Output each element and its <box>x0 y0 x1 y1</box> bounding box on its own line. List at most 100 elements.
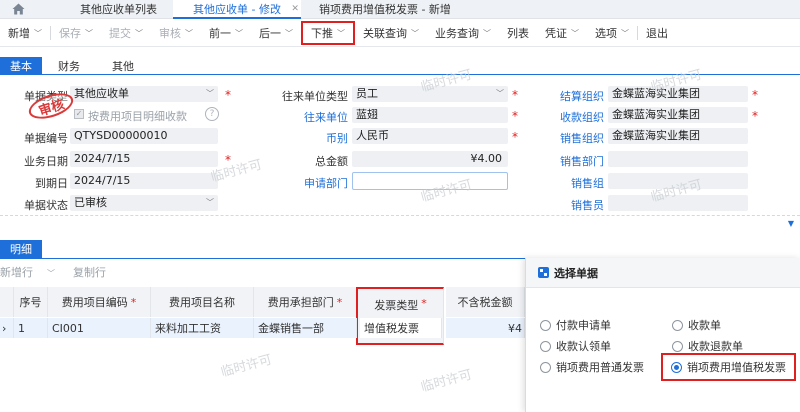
table-cell[interactable]: 来料加工工资 <box>151 318 254 338</box>
salesman-label[interactable]: 销售员 <box>550 197 604 213</box>
previous-button[interactable]: 前一 ﹀ <box>201 20 251 47</box>
settle-org-field[interactable]: 金蝶蓝海实业集团 <box>608 86 748 102</box>
tab-label: 销项费用增值税发票 - 新增 <box>318 3 451 16</box>
required-mark: * <box>225 153 231 167</box>
option-sales-vat-invoice[interactable]: 销项费用增值税发票 <box>661 353 796 381</box>
home-icon[interactable] <box>0 0 36 18</box>
submit-button[interactable]: 提交 ﹀ <box>101 20 151 47</box>
chevron-down-icon: ﹀ <box>621 28 629 38</box>
chevron-down-icon: ﹀ <box>571 28 579 38</box>
radio-button[interactable] <box>540 340 551 352</box>
sales-dept-field[interactable] <box>608 151 748 167</box>
new-button[interactable]: 新增 ﹀ <box>0 20 50 47</box>
copy-row-button[interactable]: 复制行 <box>73 266 106 279</box>
help-icon[interactable]: ? <box>205 107 219 121</box>
salesman-field[interactable] <box>608 195 748 211</box>
radio-button-selected[interactable] <box>671 361 682 373</box>
total-amount-field: ¥4.00 <box>352 151 508 167</box>
window-tab-bar: 其他应收单列表 其他应收单 - 修改 ✕ 销项费用增值税发票 - 新增 <box>0 0 800 19</box>
voucher-button[interactable]: 凭证 ﹀ <box>537 20 587 47</box>
sales-group-label[interactable]: 销售组 <box>550 175 604 191</box>
next-button[interactable]: 后一 ﹀ <box>251 20 301 47</box>
partner-field[interactable]: 蓝翅 <box>352 107 508 123</box>
watermark: 临时许可 <box>419 367 474 396</box>
tab-label: 其他应收单 - 修改 <box>193 3 281 16</box>
close-icon[interactable]: ✕ <box>291 4 299 14</box>
related-query-button[interactable]: 关联查询 ﹀ <box>355 20 427 47</box>
options-button[interactable]: 选项 ﹀ <box>587 20 637 47</box>
dialog-title: 选择单据 <box>526 258 800 288</box>
bill-no-label: 单据编号 <box>24 132 68 145</box>
tab-other-receivable-list[interactable]: 其他应收单列表 <box>36 0 173 18</box>
due-date-field[interactable]: 2024/7/15 <box>70 173 218 189</box>
table-cell[interactable]: 增值税发票 <box>360 318 442 338</box>
tab-detail[interactable]: 明细 <box>0 240 42 258</box>
settle-org-label[interactable]: 结算组织 <box>550 88 604 104</box>
chevron-down-icon: ﹀ <box>185 28 193 38</box>
status-label: 单据状态 <box>24 199 68 212</box>
chevron-down-icon: ﹀ <box>206 89 214 98</box>
partner-label[interactable]: 往来单位 <box>290 109 348 125</box>
table-cell[interactable]: 1 <box>14 318 48 338</box>
grid-corner <box>0 287 14 317</box>
audit-button[interactable]: 审核 ﹀ <box>151 20 201 47</box>
option-receipt[interactable]: 收款单 <box>672 317 721 333</box>
radio-button[interactable] <box>672 340 683 352</box>
option-payment-request[interactable]: 付款申请单 <box>540 317 611 333</box>
tab-basic[interactable]: 基本 <box>0 57 42 74</box>
option-receipt-refund[interactable]: 收款退款单 <box>672 338 743 354</box>
list-button[interactable]: 列表 <box>499 20 537 47</box>
biz-date-field[interactable]: 2024/7/15 <box>70 151 218 167</box>
option-receipt-claim[interactable]: 收款认领单 <box>540 338 611 354</box>
required-mark: * <box>225 88 231 102</box>
chevron-down-icon: ﹀ <box>483 28 491 38</box>
recv-org-field[interactable]: 金蝶蓝海实业集团 <box>608 107 748 123</box>
table-cell[interactable]: CI001 <box>48 318 151 338</box>
column-header[interactable]: 费用项目编码 * <box>48 287 151 317</box>
radio-button[interactable] <box>540 361 551 373</box>
column-header[interactable]: 不含税金额 <box>446 287 525 317</box>
table-cell[interactable]: 金蝶销售一部 <box>254 318 357 338</box>
total-amount-label: 总金额 <box>315 155 348 168</box>
status-select[interactable]: 已审核 ﹀ <box>70 195 218 211</box>
chevron-down-icon: ﹀ <box>337 28 345 38</box>
radio-button[interactable] <box>540 319 551 331</box>
partner-type-select[interactable]: 员工 ﹀ <box>352 86 508 102</box>
apply-dept-field[interactable] <box>352 172 508 190</box>
required-mark: * <box>512 130 518 144</box>
table-cell[interactable]: ¥4 <box>446 318 525 338</box>
add-row-button[interactable]: 新增行 ﹀ <box>0 266 61 279</box>
sales-group-field[interactable] <box>608 173 748 189</box>
save-button[interactable]: 保存 ﹀ <box>51 20 101 47</box>
bill-type-select[interactable]: 其他应收单 ﹀ <box>70 86 218 102</box>
currency-field[interactable]: 人民币 <box>352 128 508 144</box>
recv-org-label[interactable]: 收款组织 <box>550 109 604 125</box>
tab-sales-vat-invoice-new[interactable]: 销项费用增值税发票 - 新增 <box>301 0 467 18</box>
partner-type-label: 往来单位类型 <box>282 90 348 103</box>
apply-dept-label[interactable]: 申请部门 <box>290 175 348 191</box>
currency-label[interactable]: 币别 <box>290 130 348 146</box>
exit-button[interactable]: 退出 <box>638 20 676 47</box>
sales-org-label[interactable]: 销售组织 <box>550 130 604 146</box>
document-icon <box>538 267 549 278</box>
row-indicator[interactable]: › <box>0 318 14 338</box>
sales-org-field[interactable]: 金蝶蓝海实业集团 <box>608 128 748 144</box>
column-header[interactable]: 序号 <box>14 287 48 317</box>
required-mark: * <box>752 88 758 102</box>
form-tabs: 基本 财务 其他 <box>0 57 800 75</box>
business-query-button[interactable]: 业务查询 ﹀ <box>427 20 499 47</box>
push-down-button[interactable]: 下推 ﹀ <box>301 21 355 45</box>
column-header[interactable]: 费用承担部门 * <box>254 287 357 317</box>
by-item-checkbox[interactable]: ✓ <box>74 109 84 119</box>
toolbar: 新增 ﹀ 保存 ﹀ 提交 ﹀ 审核 ﹀ 前一 ﹀ 后一 ﹀ 下推 ﹀ 关联查询 ﹀ 业务查询 ﹀ … <box>0 20 800 47</box>
option-sales-normal-invoice[interactable]: 销项费用普通发票 <box>540 359 644 375</box>
radio-button[interactable] <box>672 319 683 331</box>
column-header[interactable]: 费用项目名称 <box>151 287 254 317</box>
sales-dept-label[interactable]: 销售部门 <box>550 153 604 169</box>
tab-other[interactable]: 其他 <box>96 57 150 74</box>
tab-other-receivable-edit[interactable]: 其他应收单 - 修改 ✕ <box>173 0 301 19</box>
chevron-down-icon: ﹀ <box>496 89 504 98</box>
tab-finance[interactable]: 财务 <box>42 57 96 74</box>
collapse-icon[interactable]: ▼ <box>788 219 794 228</box>
bill-no-field[interactable]: QTYSD00000010 <box>70 128 218 144</box>
